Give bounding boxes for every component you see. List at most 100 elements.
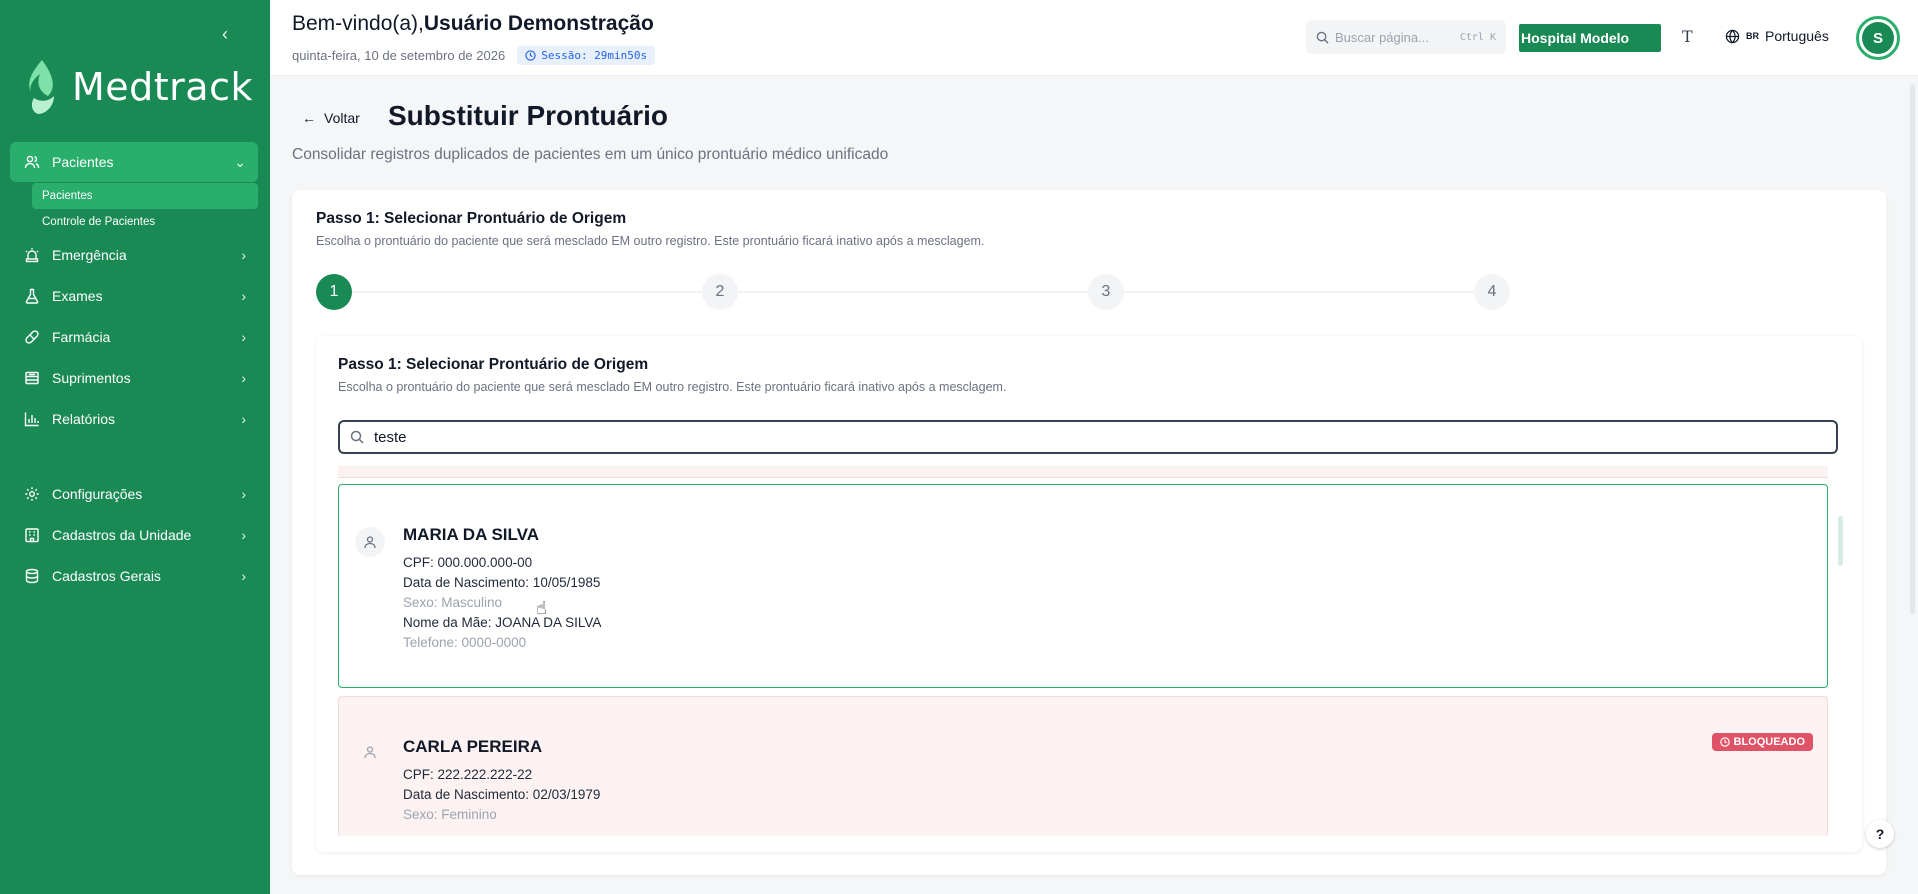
wizard-step-description: Escolha o prontuário do paciente que ser… — [316, 234, 985, 248]
welcome-prefix: Bem-vindo(a), — [292, 12, 424, 35]
globe-icon — [1725, 29, 1740, 43]
welcome-message: Bem-vindo(a),Usuário Demonstração — [292, 12, 654, 36]
patient-search-input[interactable] — [374, 428, 1826, 446]
sidebar-subitem-pacientes[interactable]: Pacientes — [32, 183, 258, 209]
gear-icon — [22, 484, 42, 504]
patient-phone: Telefone: 0000-0000 — [403, 635, 527, 650]
page-search-placeholder: Buscar página... — [1335, 29, 1429, 45]
chevron-right-icon: › — [241, 247, 246, 263]
status-badge: BLOQUEADO — [1711, 733, 1813, 751]
step-2: 2 — [702, 274, 738, 310]
patient-sex: Sexo: Feminino — [403, 807, 497, 822]
sidebar-item-relatorios[interactable]: Relatórios › — [10, 399, 258, 439]
sidebar-item-label: Exames — [52, 288, 103, 304]
patient-mother: Nome da Mãe: JOANA DA SILVA — [403, 615, 602, 630]
chevron-right-icon: › — [241, 486, 246, 502]
step-connector — [352, 291, 702, 293]
page-scrollbar[interactable] — [1910, 84, 1915, 614]
patient-search-field[interactable] — [338, 420, 1838, 454]
step-1: 1 — [316, 274, 352, 310]
patient-name: CARLA PEREIRA — [403, 737, 543, 756]
session-timer: Sessão: 29min50s — [517, 46, 656, 65]
avatar-initial: S — [1862, 22, 1894, 54]
patient-cpf: CPF: 000.000.000-00 — [403, 555, 533, 570]
chevron-down-icon: ⌄ — [234, 153, 246, 170]
merge-wizard-card: Passo 1: Selecionar Prontuário de Origem… — [292, 190, 1886, 875]
user-icon — [355, 527, 385, 557]
logo: Medtrack — [22, 58, 253, 116]
sidebar-item-cadastros-da-unidade[interactable]: Cadastros da Unidade › — [10, 515, 258, 555]
sidebar-item-farmacia[interactable]: Farmácia › — [10, 317, 258, 357]
medtrack-logo-icon — [29, 60, 54, 114]
hospital-selector[interactable]: Hospital Modelo — [1519, 24, 1661, 52]
date-line: quinta-feira, 10 de setembro de 2026 Ses… — [292, 46, 656, 65]
sidebar-item-label: Pacientes — [52, 154, 114, 170]
chevron-right-icon: › — [241, 527, 246, 543]
selector-title: Passo 1: Selecionar Prontuário de Origem — [338, 356, 649, 373]
flask-icon — [22, 286, 42, 306]
back-label: Voltar — [324, 110, 360, 126]
sidebar-nav: Pacientes ⌄ Pacientes Controle de Pacien… — [10, 142, 258, 597]
session-timer-label: Sessão: 29min50s — [541, 49, 648, 62]
box-icon — [22, 368, 42, 388]
arrow-left-icon: ← — [302, 110, 316, 126]
language-label: Português — [1765, 28, 1829, 44]
top-header: Bem-vindo(a),Usuário Demonstração quinta… — [270, 0, 1918, 76]
sidebar-item-label: Configurações — [52, 486, 143, 502]
sidebar-item-exames[interactable]: Exames › — [10, 276, 258, 316]
patient-name: MARIA DA SILVA — [403, 525, 539, 544]
flag-icon: BR — [1746, 31, 1759, 41]
sidebar: ‹ Medtrack Pacientes ⌄ Pacientes Control… — [0, 0, 270, 894]
step-4: 4 — [1474, 274, 1510, 310]
app-name: Medtrack — [72, 65, 253, 109]
search-icon — [350, 430, 364, 444]
status-badge-label: BLOQUEADO — [1733, 736, 1806, 748]
patient-card-selected[interactable]: MARIA DA SILVA CPF: 000.000.000-00 Data … — [338, 484, 1828, 688]
chevron-left-icon[interactable]: ‹ — [222, 24, 228, 45]
step-connector — [738, 291, 1088, 293]
patient-details: CPF: 222.222.222-22 Data de Nascimento: … — [403, 765, 600, 825]
sidebar-item-label: Cadastros Gerais — [52, 568, 161, 584]
chevron-right-icon: › — [241, 329, 246, 345]
list-item[interactable] — [338, 466, 1828, 478]
siren-icon — [22, 245, 42, 265]
chevron-right-icon: › — [241, 411, 246, 427]
help-button[interactable]: ? — [1866, 820, 1894, 848]
hand-cursor-icon: ☝ — [536, 598, 547, 618]
search-shortcut: Ctrl K — [1459, 31, 1496, 43]
patient-card-blocked[interactable]: CARLA PEREIRA CPF: 222.222.222-22 Data d… — [338, 696, 1828, 836]
sidebar-item-label: Suprimentos — [52, 370, 131, 386]
sidebar-item-label: Farmácia — [52, 329, 111, 345]
patient-results-list[interactable]: MARIA DA SILVA CPF: 000.000.000-00 Data … — [338, 466, 1848, 836]
language-selector[interactable]: BR Português — [1725, 28, 1829, 44]
building-icon — [22, 525, 42, 545]
user-avatar[interactable]: S — [1856, 16, 1900, 60]
chevron-right-icon: › — [241, 568, 246, 584]
sidebar-item-pacientes[interactable]: Pacientes ⌄ — [10, 142, 258, 182]
sidebar-item-cadastros-gerais[interactable]: Cadastros Gerais › — [10, 556, 258, 596]
source-record-selector: Passo 1: Selecionar Prontuário de Origem… — [316, 336, 1862, 852]
step-3: 3 — [1088, 274, 1124, 310]
sidebar-item-configuracoes[interactable]: Configurações › — [10, 474, 258, 514]
results-scrollbar[interactable] — [1838, 516, 1843, 566]
sidebar-item-emergencia[interactable]: Emergência › — [10, 235, 258, 275]
chevron-right-icon: › — [241, 288, 246, 304]
user-name: Usuário Demonstração — [423, 12, 654, 35]
sidebar-item-label: Cadastros da Unidade — [52, 527, 192, 543]
wizard-step-title: Passo 1: Selecionar Prontuário de Origem — [316, 210, 627, 227]
current-date: quinta-feira, 10 de setembro de 2026 — [292, 48, 506, 63]
font-size-toggle-icon[interactable]: T — [1682, 27, 1693, 46]
user-icon — [355, 737, 385, 767]
patient-cpf: CPF: 222.222.222-22 — [403, 767, 533, 782]
patient-birth: Data de Nascimento: 02/03/1979 — [403, 787, 601, 802]
patient-sex: Sexo: Masculino — [403, 595, 503, 610]
users-icon — [22, 152, 42, 172]
clock-icon — [1719, 737, 1730, 747]
page-search-input[interactable]: Buscar página... Ctrl K — [1306, 20, 1506, 54]
sidebar-subitem-controle-de-pacientes[interactable]: Controle de Pacientes — [32, 209, 258, 235]
sidebar-item-suprimentos[interactable]: Suprimentos › — [10, 358, 258, 398]
back-button[interactable]: ← Voltar — [302, 110, 360, 126]
page-title: Substituir Prontuário — [388, 100, 668, 131]
patient-birth: Data de Nascimento: 10/05/1985 — [403, 575, 601, 590]
sidebar-item-label: Relatórios — [52, 411, 116, 427]
